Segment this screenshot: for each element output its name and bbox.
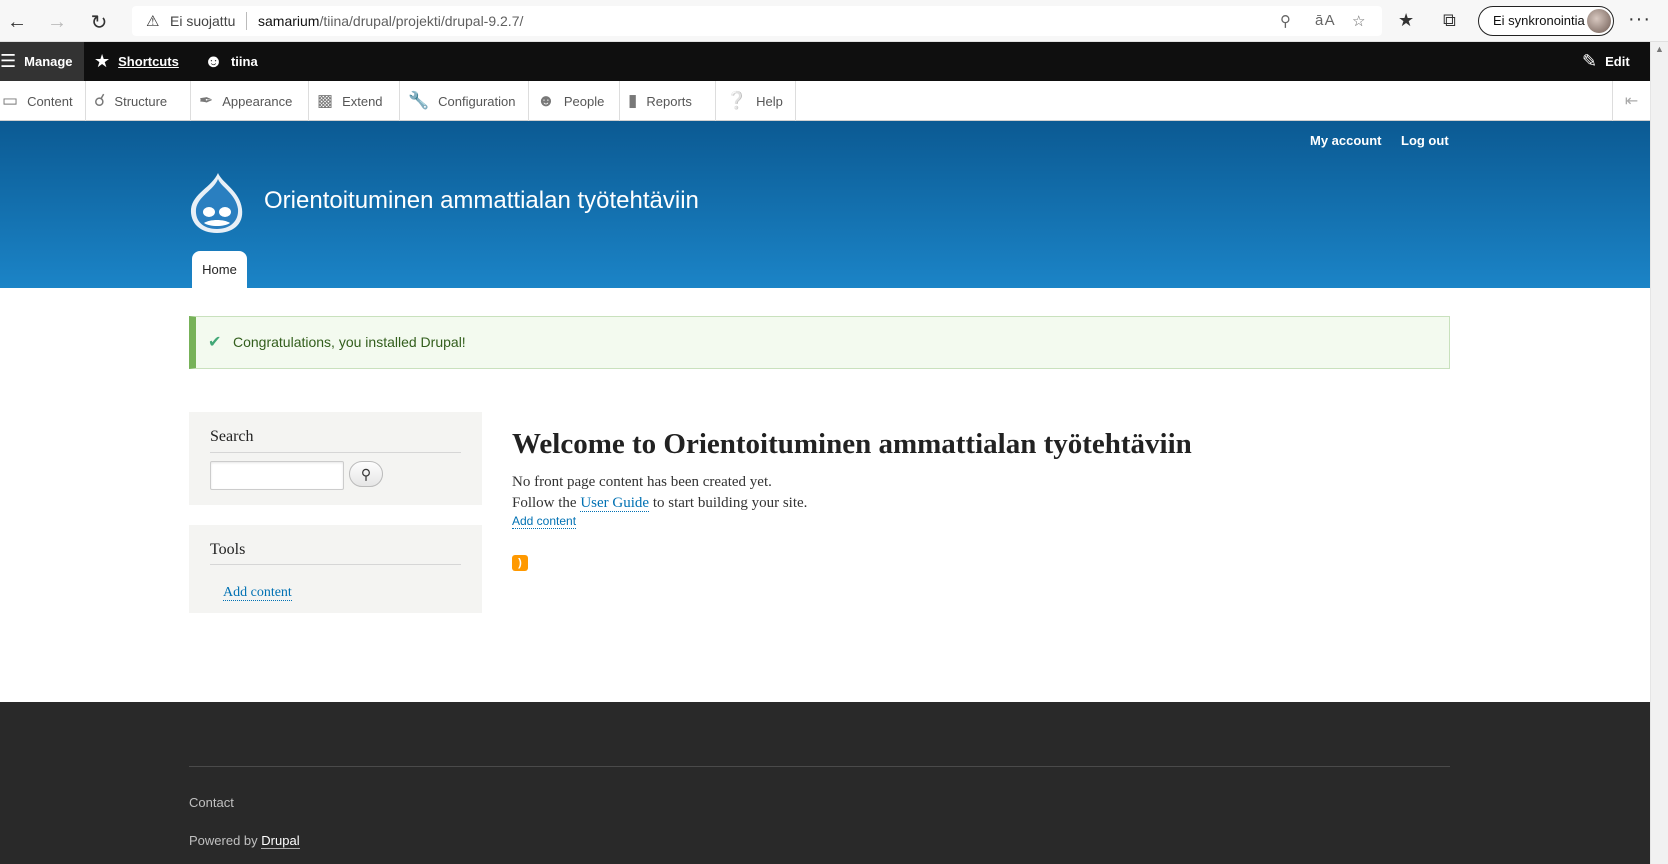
drupal-logo[interactable] (188, 171, 246, 235)
url-text[interactable]: samarium/tiina/drupal/projekti/drupal-9.… (258, 13, 523, 29)
tray-orientation-toggle[interactable]: ⇤ (1612, 81, 1650, 121)
tray-item-configuration[interactable]: 🔧 Configuration (400, 81, 529, 121)
back-icon[interactable]: ← (4, 9, 30, 35)
drupal-link[interactable]: Drupal (261, 833, 300, 849)
user-guide-text: Follow the User Guide to start building … (512, 495, 807, 512)
add-favorite-icon[interactable]: ☆ (1352, 12, 1365, 30)
key-icon[interactable]: ⚲ (1280, 12, 1291, 30)
reload-icon[interactable]: ↻ (86, 9, 112, 35)
tray-item-label: Configuration (438, 93, 516, 109)
tray-item-label: People (563, 93, 605, 109)
collections-icon[interactable]: ⧉ (1443, 10, 1456, 31)
security-label[interactable]: Ei suojattu (170, 13, 235, 29)
tray-item-label: Appearance (222, 93, 293, 109)
tab-shortcuts[interactable]: ★ Shortcuts (84, 42, 194, 81)
collapse-icon: ⇤ (1624, 93, 1639, 110)
edit-label: Edit (1605, 54, 1630, 69)
content-icon: ▭ (2, 91, 19, 110)
tab-user-label: tiina (230, 54, 258, 69)
tools-block-title: Tools (210, 541, 246, 558)
site-name[interactable]: Orientoituminen ammattialan työtehtäviin (264, 187, 699, 215)
tray-item-label: Help (756, 93, 783, 109)
footer-divider (189, 766, 1450, 767)
scrollbar[interactable]: ▲ (1650, 42, 1668, 864)
address-divider (246, 12, 247, 30)
add-content-link-main[interactable]: Add content (512, 515, 577, 529)
tab-user[interactable]: ☻ tiina (194, 42, 274, 81)
user-guide-link[interactable]: User Guide (580, 495, 650, 512)
tray-item-content[interactable]: ▭ Content (0, 81, 86, 121)
url-path: /tiina/drupal/projekti/drupal-9.2.7/ (319, 13, 524, 29)
translate-icon[interactable]: ā A (1315, 12, 1335, 29)
page-title: Welcome to Orientoituminen ammattialan t… (512, 428, 1192, 460)
star-icon: ★ (94, 51, 111, 71)
search-icon: ⚲ (360, 465, 372, 482)
site-footer: Contact Powered by Drupal (0, 702, 1650, 864)
no-content-text: No front page content has been created y… (512, 474, 772, 490)
puzzle-icon: ▩ (317, 91, 334, 110)
admin-toolbar: ☰ Manage ★ Shortcuts ☻ tiina ✎ Edit (0, 42, 1650, 81)
search-input[interactable] (210, 461, 344, 490)
my-account-link[interactable]: My account (1310, 133, 1382, 148)
divider (210, 452, 461, 453)
tools-block: Tools Add content (189, 525, 482, 613)
search-block-title: Search (210, 428, 254, 445)
warning-icon: ⚠ (146, 13, 160, 30)
more-icon[interactable]: ··· (1628, 8, 1651, 31)
profile-label: Ei synkronointia (1493, 13, 1585, 28)
scroll-up-icon[interactable]: ▲ (1655, 44, 1664, 54)
add-content-link[interactable]: Add content (223, 585, 292, 601)
tray-item-appearance[interactable]: ✒ Appearance (191, 81, 309, 121)
contact-link[interactable]: Contact (189, 795, 234, 810)
check-icon: ✔ (208, 334, 222, 351)
tray-item-structure[interactable]: ☌ Structure (86, 81, 191, 121)
status-message: ✔ Congratulations, you installed Drupal! (189, 316, 1450, 369)
tray-item-label: Content (27, 93, 73, 109)
tray-item-label: Extend (342, 93, 383, 109)
powered-by: Powered by Drupal (189, 833, 300, 849)
help-icon: ❔ (726, 91, 748, 110)
avatar (1587, 9, 1611, 33)
text-after-link: to start building your site. (652, 495, 808, 511)
tray-item-label: Reports (646, 93, 692, 109)
people-icon: ☻ (537, 91, 555, 110)
pencil-icon: ✎ (1582, 51, 1598, 71)
log-out-link[interactable]: Log out (1401, 133, 1449, 148)
tab-manage-label: Manage (24, 54, 73, 69)
status-text: Congratulations, you installed Drupal! (233, 334, 466, 350)
tab-home[interactable]: Home (192, 251, 247, 288)
bar-chart-icon: ▮ (628, 91, 638, 110)
divider (210, 564, 461, 565)
tab-manage[interactable]: ☰ Manage (0, 42, 84, 81)
search-button[interactable]: ⚲ (349, 461, 383, 487)
text-before-link: Follow the (512, 495, 577, 511)
favorites-icon[interactable]: ★ (1398, 10, 1414, 31)
tray-item-reports[interactable]: ▮ Reports (620, 81, 716, 121)
structure-icon: ☌ (94, 91, 106, 110)
rss-feed-icon[interactable]: ) (512, 555, 528, 571)
powered-by-text: Powered by (189, 833, 258, 848)
browser-toolbar: ← → ↻ ⚠ Ei suojattu samarium/tiina/drupa… (0, 0, 1668, 42)
tray-item-help[interactable]: ❔ Help (716, 81, 796, 121)
user-icon: ☻ (204, 51, 223, 71)
url-host: samarium (258, 13, 320, 29)
hamburger-icon: ☰ (0, 51, 17, 71)
tab-shortcuts-label: Shortcuts (118, 54, 179, 69)
tray-item-label: Structure (114, 93, 168, 109)
paintbrush-icon: ✒ (199, 91, 214, 110)
edit-button[interactable]: ✎ Edit (1582, 42, 1648, 81)
forward-icon[interactable]: → (44, 9, 70, 35)
tray-item-people[interactable]: ☻ People (529, 81, 620, 121)
site-header: My account Log out Orientoituminen ammat… (0, 121, 1650, 288)
address-bar[interactable]: ⚠ Ei suojattu samarium/tiina/drupal/proj… (132, 6, 1382, 36)
search-block: Search ⚲ (189, 412, 482, 505)
toolbar-tray: ▭ Content ☌ Structure ✒ Appearance ▩ Ext… (0, 81, 1650, 121)
tray-item-extend[interactable]: ▩ Extend (309, 81, 400, 121)
wrench-icon: 🔧 (408, 91, 430, 110)
profile-button[interactable]: Ei synkronointia (1478, 6, 1614, 36)
